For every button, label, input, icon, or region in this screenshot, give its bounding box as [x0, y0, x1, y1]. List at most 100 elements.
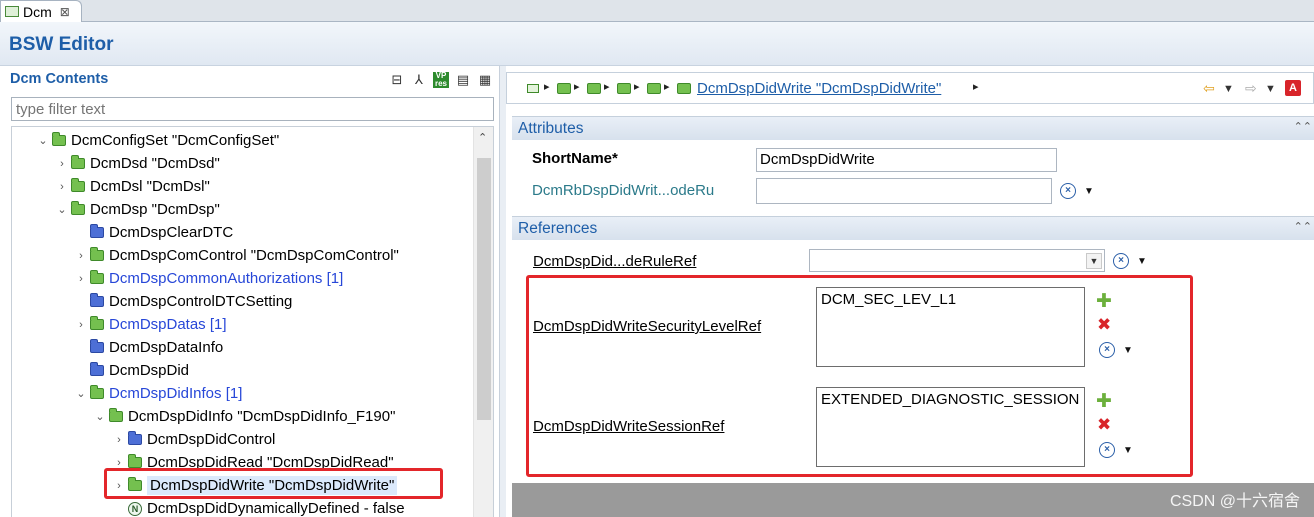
tree-item[interactable]: DcmDspClearDTC — [72, 221, 233, 244]
chevron-down-icon[interactable]: ▼ — [1137, 256, 1147, 267]
tab-dcm[interactable]: Dcm ⊠ — [0, 0, 82, 22]
tree-structure-icon[interactable]: ⅄ — [411, 72, 427, 88]
expand-icon[interactable]: ⌄ — [72, 387, 90, 400]
tree-item[interactable]: › DcmDsl "DcmDsl" — [53, 175, 210, 198]
chevron-down-icon[interactable]: ▼ — [1084, 186, 1094, 197]
reference-clear-icon[interactable]: × — [1060, 183, 1076, 199]
tree-item-label: DcmDspComControl "DcmDspComControl" — [109, 247, 399, 264]
highlight-box-references — [526, 275, 1193, 477]
tree-item[interactable]: › DcmDspComControl "DcmDspComControl" — [72, 244, 399, 267]
collapse-icon[interactable]: › — [53, 181, 71, 193]
collapse-icon[interactable]: › — [53, 158, 71, 170]
tree-item[interactable]: ⌄ DcmConfigSet "DcmConfigSet" — [34, 129, 279, 152]
folder-icon — [71, 178, 85, 192]
shortname-input[interactable]: DcmDspDidWrite — [756, 148, 1057, 172]
breadcrumb-arrow-icon[interactable]: ▸ — [973, 80, 979, 93]
page-title: BSW Editor — [9, 34, 114, 55]
scrollbar-thumb[interactable] — [477, 158, 491, 420]
chevron-down-icon[interactable]: ▼ — [1223, 83, 1234, 95]
breadcrumb-arrow-icon[interactable]: ▸ — [634, 80, 640, 93]
tree-item[interactable]: DcmDspControlDTCSetting — [72, 290, 292, 313]
folder-icon[interactable] — [677, 83, 691, 94]
boolean-icon: N — [128, 501, 142, 516]
forward-arrow-icon[interactable]: ⇨ — [1245, 80, 1257, 97]
breadcrumb-arrow-icon[interactable]: ▸ — [664, 80, 670, 93]
folder-icon — [90, 339, 104, 353]
folder-icon — [90, 385, 104, 399]
tree-item-label: DcmDsd "DcmDsd" — [90, 155, 220, 172]
expand-icon[interactable]: ⌄ — [53, 203, 71, 216]
moderule-ref-label[interactable]: DcmDspDid...deRuleRef — [533, 253, 696, 270]
collapse-icon[interactable]: › — [72, 250, 90, 262]
tree-item-label: DcmDspCommonAuthorizations [1] — [109, 270, 344, 287]
rb-moderule-input[interactable] — [756, 178, 1052, 204]
folder-icon[interactable] — [587, 83, 601, 94]
tree-item[interactable]: › DcmDsd "DcmDsd" — [53, 152, 220, 175]
tree-item-label: DcmDspDidInfo "DcmDspDidInfo_F190" — [128, 408, 396, 425]
tab-label: Dcm — [23, 3, 52, 20]
folder-icon — [90, 362, 104, 376]
tree-item-label: DcmDspDatas [1] — [109, 316, 227, 333]
vp-res-icon[interactable]: VP res — [433, 72, 449, 88]
folder-icon — [71, 201, 85, 215]
breadcrumb-arrow-icon[interactable]: ▸ — [574, 80, 580, 93]
breadcrumb-arrow-icon[interactable]: ▸ — [544, 80, 550, 93]
expand-icon[interactable]: ⌄ — [91, 410, 109, 423]
collapse-icon[interactable]: ⌃⌃ — [1294, 120, 1312, 133]
collapse-icon[interactable]: › — [110, 457, 128, 469]
folder-icon[interactable] — [617, 83, 631, 94]
reference-clear-icon[interactable]: × — [1113, 253, 1129, 269]
breadcrumb-arrow-icon[interactable]: ▸ — [604, 80, 610, 93]
folder-icon — [90, 224, 104, 238]
tree-item[interactable]: › DcmDspDatas [1] — [72, 313, 227, 336]
tree-item-label: DcmDspDidInfos [1] — [109, 385, 243, 402]
highlight-box-tree — [104, 468, 443, 499]
module-icon[interactable] — [527, 84, 539, 93]
collapse-icon[interactable]: ⌃⌃ — [1294, 220, 1312, 233]
tree-item-label: DcmDspDidDynamicallyDefined - false — [147, 500, 405, 517]
tree-item[interactable]: DcmDspDataInfo — [72, 336, 223, 359]
breadcrumb: ▸ ▸ ▸ ▸ ▸ DcmDspDidWrite "DcmDspDidWrite… — [506, 72, 1314, 104]
collapse-icon[interactable]: › — [72, 319, 90, 331]
table-view-icon[interactable]: ▦ — [477, 72, 493, 88]
folder-icon — [71, 155, 85, 169]
tree-item-label: DcmDspDataInfo — [109, 339, 224, 356]
tree-item[interactable]: › DcmDspDidControl — [110, 428, 275, 451]
tree-item-label: DcmDspDidControl — [147, 431, 276, 448]
tree-item[interactable]: ⌄ DcmDsp "DcmDsp" — [53, 198, 220, 221]
folder-icon[interactable] — [647, 83, 661, 94]
tree-item[interactable]: ⌄ DcmDspDidInfo "DcmDspDidInfo_F190" — [91, 405, 395, 428]
chevron-down-icon[interactable]: ▼ — [1086, 253, 1102, 269]
back-arrow-icon[interactable]: ⇦ — [1203, 80, 1215, 97]
autosar-icon[interactable]: A — [1285, 80, 1301, 96]
tree-item-label: DcmDspControlDTCSetting — [109, 293, 293, 310]
tree-item[interactable]: ⌄ DcmDspDidInfos [1] — [72, 382, 242, 405]
collapse-all-icon[interactable]: ⊟ — [389, 72, 405, 88]
folder-icon[interactable] — [557, 83, 571, 94]
tree-item-label: DcmDsl "DcmDsl" — [90, 178, 210, 195]
tree-item-label: DcmDspClearDTC — [109, 224, 234, 241]
tree-item[interactable]: N DcmDspDidDynamicallyDefined - false — [110, 497, 405, 517]
attributes-header[interactable]: Attributes ⌃⌃ — [512, 116, 1314, 140]
tree-item-label: DcmConfigSet "DcmConfigSet" — [71, 132, 280, 149]
expand-icon[interactable]: ⌄ — [34, 134, 52, 147]
collapse-icon[interactable]: › — [110, 434, 128, 446]
folder-icon — [128, 431, 142, 445]
scroll-up-icon[interactable]: ⌃ — [478, 131, 487, 144]
folder-icon — [90, 293, 104, 307]
collapse-icon[interactable]: › — [72, 273, 90, 285]
close-icon[interactable]: ⊠ — [60, 5, 70, 19]
moderule-ref-combo[interactable]: ▼ — [809, 249, 1105, 272]
filter-input[interactable] — [11, 97, 494, 121]
folder-icon — [90, 316, 104, 330]
chevron-down-icon[interactable]: ▼ — [1265, 83, 1276, 95]
tree-scrollbar[interactable]: ⌃ — [473, 127, 493, 517]
folder-icon — [52, 132, 66, 146]
breadcrumb-current[interactable]: DcmDspDidWrite "DcmDspDidWrite" — [697, 80, 941, 97]
section-title: Attributes — [518, 120, 584, 137]
rb-moderule-label: DcmRbDspDidWrit...odeRu — [532, 182, 715, 199]
tree-item[interactable]: DcmDspDid — [72, 359, 189, 382]
references-header[interactable]: References ⌃⌃ — [512, 216, 1314, 240]
tree-item[interactable]: › DcmDspCommonAuthorizations [1] — [72, 267, 343, 290]
document-icon[interactable]: ▤ — [455, 72, 471, 88]
